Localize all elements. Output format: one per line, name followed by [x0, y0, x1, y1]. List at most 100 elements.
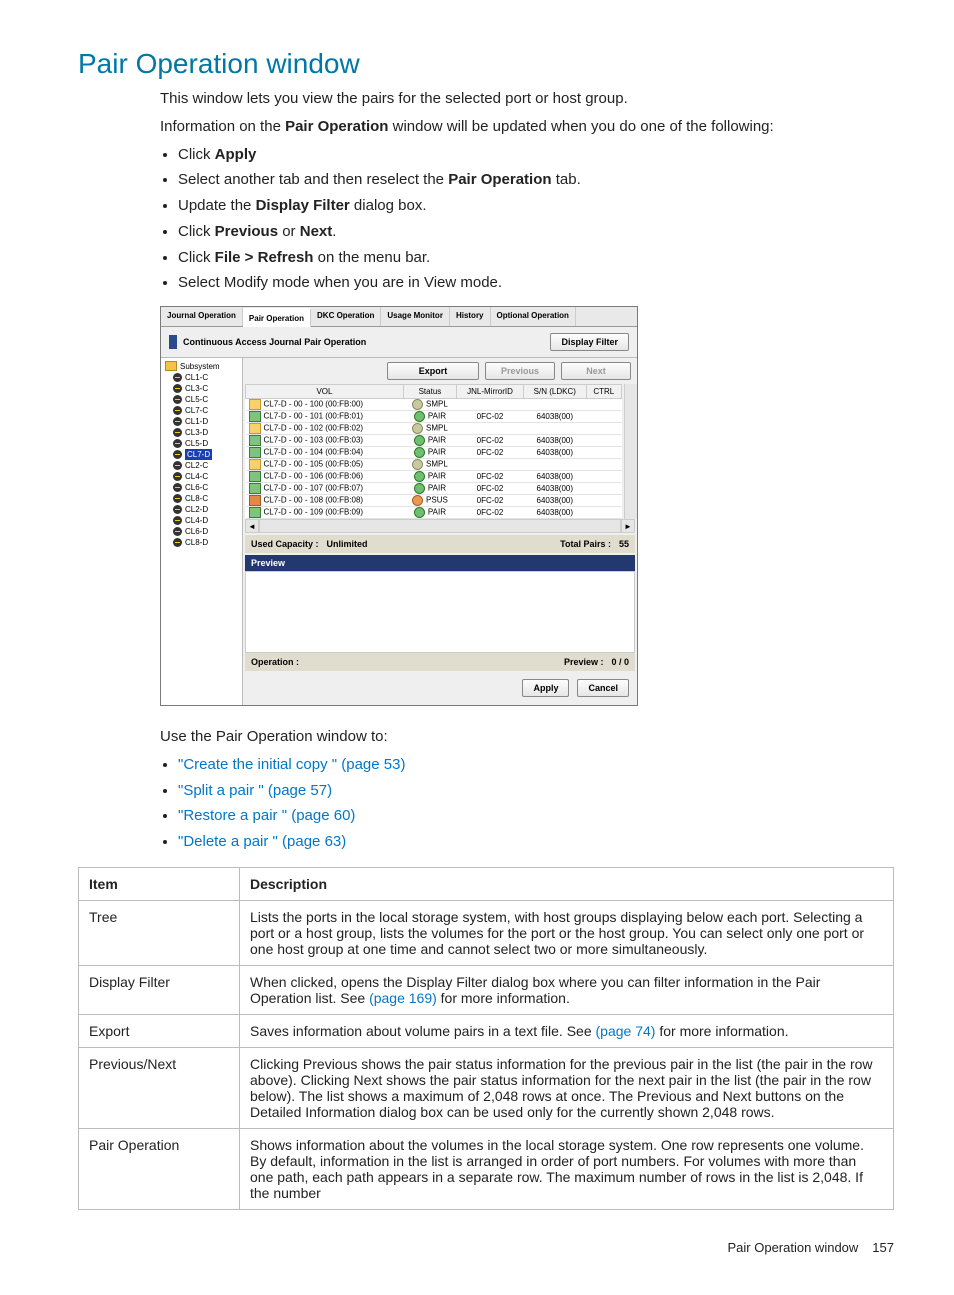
scroll-left-icon[interactable]: ◄ [245, 519, 259, 533]
volume-icon [249, 507, 261, 518]
tree-node[interactable]: CL2-D [163, 504, 240, 515]
page-title: Pair Operation window [78, 48, 894, 80]
bullet-display-filter: Update the Display Filter dialog box. [178, 195, 894, 217]
preview-header: Preview [245, 555, 635, 571]
bullet-prev-next: Click Previous or Next. [178, 221, 894, 243]
next-button[interactable]: Next [561, 362, 631, 380]
tab-dkc-operation[interactable]: DKC Operation [311, 307, 381, 326]
port-tree[interactable]: Subsystem CL1-CCL3-CCL5-CCL7-CCL1-DCL3-D… [161, 358, 243, 705]
table-row[interactable]: CL7-D - 00 - 103 (00:FB:03)PAIR0FC-02640… [246, 435, 622, 447]
scroll-right-icon[interactable]: ► [621, 519, 635, 533]
table-row[interactable]: CL7-D - 00 - 105 (00:FB:05)SMPL [246, 459, 622, 471]
status-icon [412, 495, 423, 506]
page-footer: Pair Operation window157 [78, 1240, 894, 1255]
volume-icon [249, 459, 261, 470]
status-icon [412, 459, 423, 470]
table-row[interactable]: CL7-D - 00 - 107 (00:FB:07)PAIR0FC-02640… [246, 483, 622, 495]
tab-bar: Journal Operation Pair Operation DKC Ope… [161, 307, 637, 327]
pair-list-table[interactable]: VOL Status JNL-MirrorID S/N (LDKC) CTRL … [245, 384, 622, 519]
cancel-button[interactable]: Cancel [577, 679, 629, 697]
col-ctrl[interactable]: CTRL [586, 385, 621, 399]
total-pairs-value: 55 [619, 539, 629, 549]
tab-pair-operation[interactable]: Pair Operation [243, 308, 311, 327]
tree-node[interactable]: CL3-D [163, 427, 240, 438]
port-icon [173, 406, 182, 415]
port-icon [173, 505, 182, 514]
table-row[interactable]: CL7-D - 00 - 104 (00:FB:04)PAIR0FC-02640… [246, 447, 622, 459]
used-capacity-value: Unlimited [327, 539, 368, 549]
port-icon [173, 450, 182, 459]
volume-icon [249, 435, 261, 446]
status-icon [412, 399, 423, 410]
col-description: Description [240, 867, 894, 900]
link-split-pair[interactable]: "Split a pair " (page 57) [178, 782, 332, 799]
tree-node[interactable]: CL8-C [163, 493, 240, 504]
volume-icon [249, 495, 261, 506]
apply-button[interactable]: Apply [522, 679, 569, 697]
col-vol[interactable]: VOL [246, 385, 404, 399]
intro-line-2: Information on the Pair Operation window… [160, 116, 894, 138]
tab-optional-operation[interactable]: Optional Operation [491, 307, 576, 326]
preview-value: 0 / 0 [611, 657, 629, 667]
bullet-apply: Click Apply [178, 144, 894, 166]
status-icon [414, 471, 425, 482]
tree-node[interactable]: CL4-D [163, 515, 240, 526]
tree-node[interactable]: CL3-C [163, 383, 240, 394]
tree-node[interactable]: CL5-C [163, 394, 240, 405]
tree-node[interactable]: CL7-D [163, 449, 240, 460]
tree-node[interactable]: CL2-C [163, 460, 240, 471]
display-filter-button[interactable]: Display Filter [550, 333, 629, 351]
page-number: 157 [872, 1240, 894, 1255]
col-sn-ldkc[interactable]: S/N (LDKC) [524, 385, 587, 399]
tree-node[interactable]: CL8-D [163, 537, 240, 548]
link-delete-pair[interactable]: "Delete a pair " (page 63) [178, 833, 346, 850]
preview-label: Preview : [564, 657, 604, 667]
export-button[interactable]: Export [387, 362, 479, 380]
tree-root[interactable]: Subsystem [163, 360, 240, 372]
operation-label: Operation : [251, 657, 299, 667]
table-row[interactable]: CL7-D - 00 - 102 (00:FB:02)SMPL [246, 423, 622, 435]
preview-area [245, 571, 635, 653]
port-icon [173, 461, 182, 470]
previous-button[interactable]: Previous [485, 362, 555, 380]
status-icon [414, 483, 425, 494]
status-icon [414, 435, 425, 446]
pair-operation-screenshot: Journal Operation Pair Operation DKC Ope… [160, 306, 638, 706]
tree-node[interactable]: CL4-C [163, 471, 240, 482]
volume-icon [249, 471, 261, 482]
tree-node[interactable]: CL5-D [163, 438, 240, 449]
row-display-filter: Display Filter When clicked, opens the D… [79, 965, 894, 1014]
horizontal-scrollbar[interactable] [259, 519, 621, 533]
link-page-74[interactable]: (page 74) [596, 1023, 656, 1039]
table-row[interactable]: CL7-D - 00 - 101 (00:FB:01)PAIR0FC-02640… [246, 411, 622, 423]
tree-node[interactable]: CL6-C [163, 482, 240, 493]
bullet-file-refresh: Click File > Refresh on the menu bar. [178, 247, 894, 269]
link-page-169[interactable]: (page 169) [369, 990, 437, 1006]
tree-node[interactable]: CL6-D [163, 526, 240, 537]
table-row[interactable]: CL7-D - 00 - 100 (00:FB:00)SMPL [246, 399, 622, 411]
port-icon [173, 428, 182, 437]
volume-icon [249, 447, 261, 458]
table-row[interactable]: CL7-D - 00 - 109 (00:FB:09)PAIR0FC-02640… [246, 507, 622, 519]
volume-icon [249, 423, 261, 434]
table-row[interactable]: CL7-D - 00 - 106 (00:FB:06)PAIR0FC-02640… [246, 471, 622, 483]
table-row[interactable]: CL7-D - 00 - 108 (00:FB:08)PSUS0FC-02640… [246, 495, 622, 507]
used-capacity-label: Used Capacity : [251, 539, 319, 549]
vertical-scrollbar[interactable] [624, 384, 637, 519]
port-icon [173, 516, 182, 525]
port-icon [173, 384, 182, 393]
port-icon [173, 395, 182, 404]
link-create-initial-copy[interactable]: "Create the initial copy " (page 53) [178, 756, 405, 773]
col-jnl-mirrorid[interactable]: JNL-MirrorID [456, 385, 523, 399]
tree-node[interactable]: CL7-C [163, 405, 240, 416]
tree-node[interactable]: CL1-D [163, 416, 240, 427]
tree-node[interactable]: CL1-C [163, 372, 240, 383]
tab-history[interactable]: History [450, 307, 491, 326]
row-previous-next: Previous/Next Clicking Previous shows th… [79, 1047, 894, 1128]
folder-icon [165, 361, 177, 371]
tab-usage-monitor[interactable]: Usage Monitor [381, 307, 450, 326]
tab-journal-operation[interactable]: Journal Operation [161, 307, 243, 326]
link-restore-pair[interactable]: "Restore a pair " (page 60) [178, 807, 355, 824]
col-status[interactable]: Status [403, 385, 456, 399]
bullet-modify-mode: Select Modify mode when you are in View … [178, 272, 894, 294]
